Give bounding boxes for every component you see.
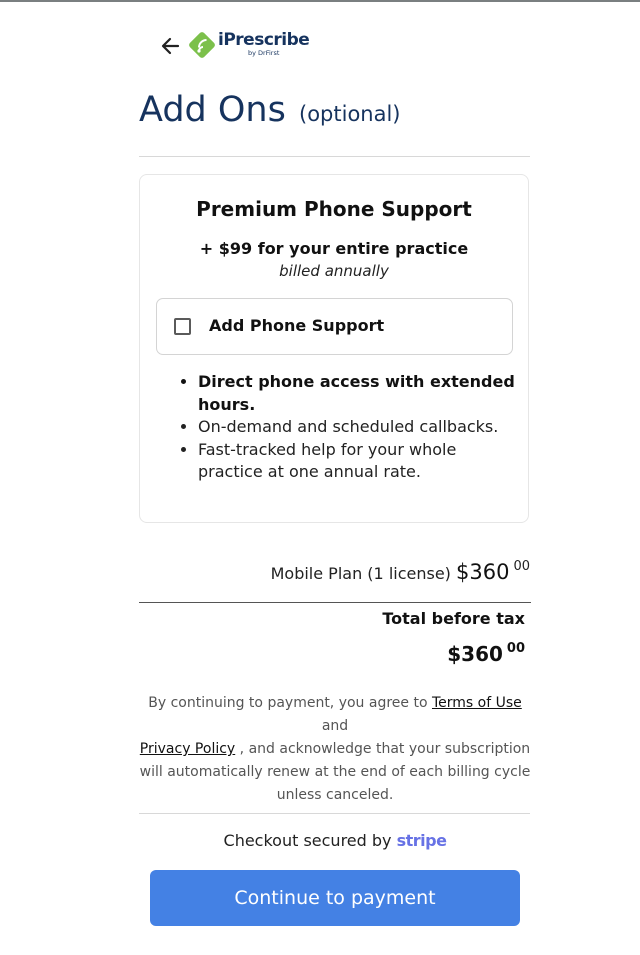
feature-item: Direct phone access with extended hours.	[198, 371, 518, 416]
privacy-policy-link[interactable]: Privacy Policy	[140, 741, 235, 757]
arrow-left-icon	[161, 37, 180, 55]
page-title: Add Ons (optional)	[139, 90, 401, 130]
secured-text: Checkout secured by	[223, 831, 392, 850]
plan-line: Mobile Plan (1 license) $360 00	[270, 559, 530, 584]
add-phone-support-option[interactable]: Add Phone Support	[156, 298, 513, 355]
stripe-logo: stripe	[396, 831, 447, 850]
total-label: Total before tax	[382, 609, 525, 628]
legal-and: and	[321, 718, 349, 734]
back-button[interactable]	[160, 35, 182, 57]
plan-label: Mobile Plan (1 license)	[270, 564, 451, 583]
addon-billing: billed annually	[279, 262, 389, 280]
divider	[139, 813, 530, 814]
plan-cents: 00	[513, 559, 530, 574]
total-amount: $360 00	[447, 641, 525, 666]
logo-mark-icon	[189, 32, 215, 58]
add-phone-support-checkbox[interactable]	[174, 318, 191, 335]
plan-amount: $360	[456, 560, 510, 584]
feature-item: Fast-tracked help for your whole practic…	[198, 439, 518, 484]
continue-to-payment-button[interactable]: Continue to payment	[150, 870, 520, 926]
divider	[139, 156, 530, 157]
addon-price: + $99 for your entire practice	[199, 239, 469, 258]
addon-card: Premium Phone Support + $99 for your ent…	[139, 174, 529, 523]
feature-item: On-demand and scheduled callbacks.	[198, 416, 518, 439]
legal-text: By continuing to payment, you agree to T…	[135, 692, 535, 807]
feature-list: Direct phone access with extended hours.…	[180, 371, 518, 484]
legal-prefix: By continuing to payment, you agree to	[148, 695, 428, 711]
brand-logo: iPrescribe by DrFirst	[188, 30, 310, 67]
brand-byline: by DrFirst	[248, 49, 280, 57]
total-cents: 00	[506, 641, 525, 656]
addon-title: Premium Phone Support	[196, 197, 472, 221]
summary-divider	[139, 602, 531, 603]
add-phone-support-label: Add Phone Support	[209, 316, 385, 335]
checkout-secured: Checkout secured by stripe	[0, 831, 640, 850]
page-title-suffix: (optional)	[299, 102, 401, 126]
terms-of-use-link[interactable]: Terms of Use	[432, 695, 522, 711]
page-title-text: Add Ons	[139, 90, 286, 130]
brand-name: iPrescribe	[218, 30, 310, 50]
total-amount-value: $360	[447, 642, 503, 666]
